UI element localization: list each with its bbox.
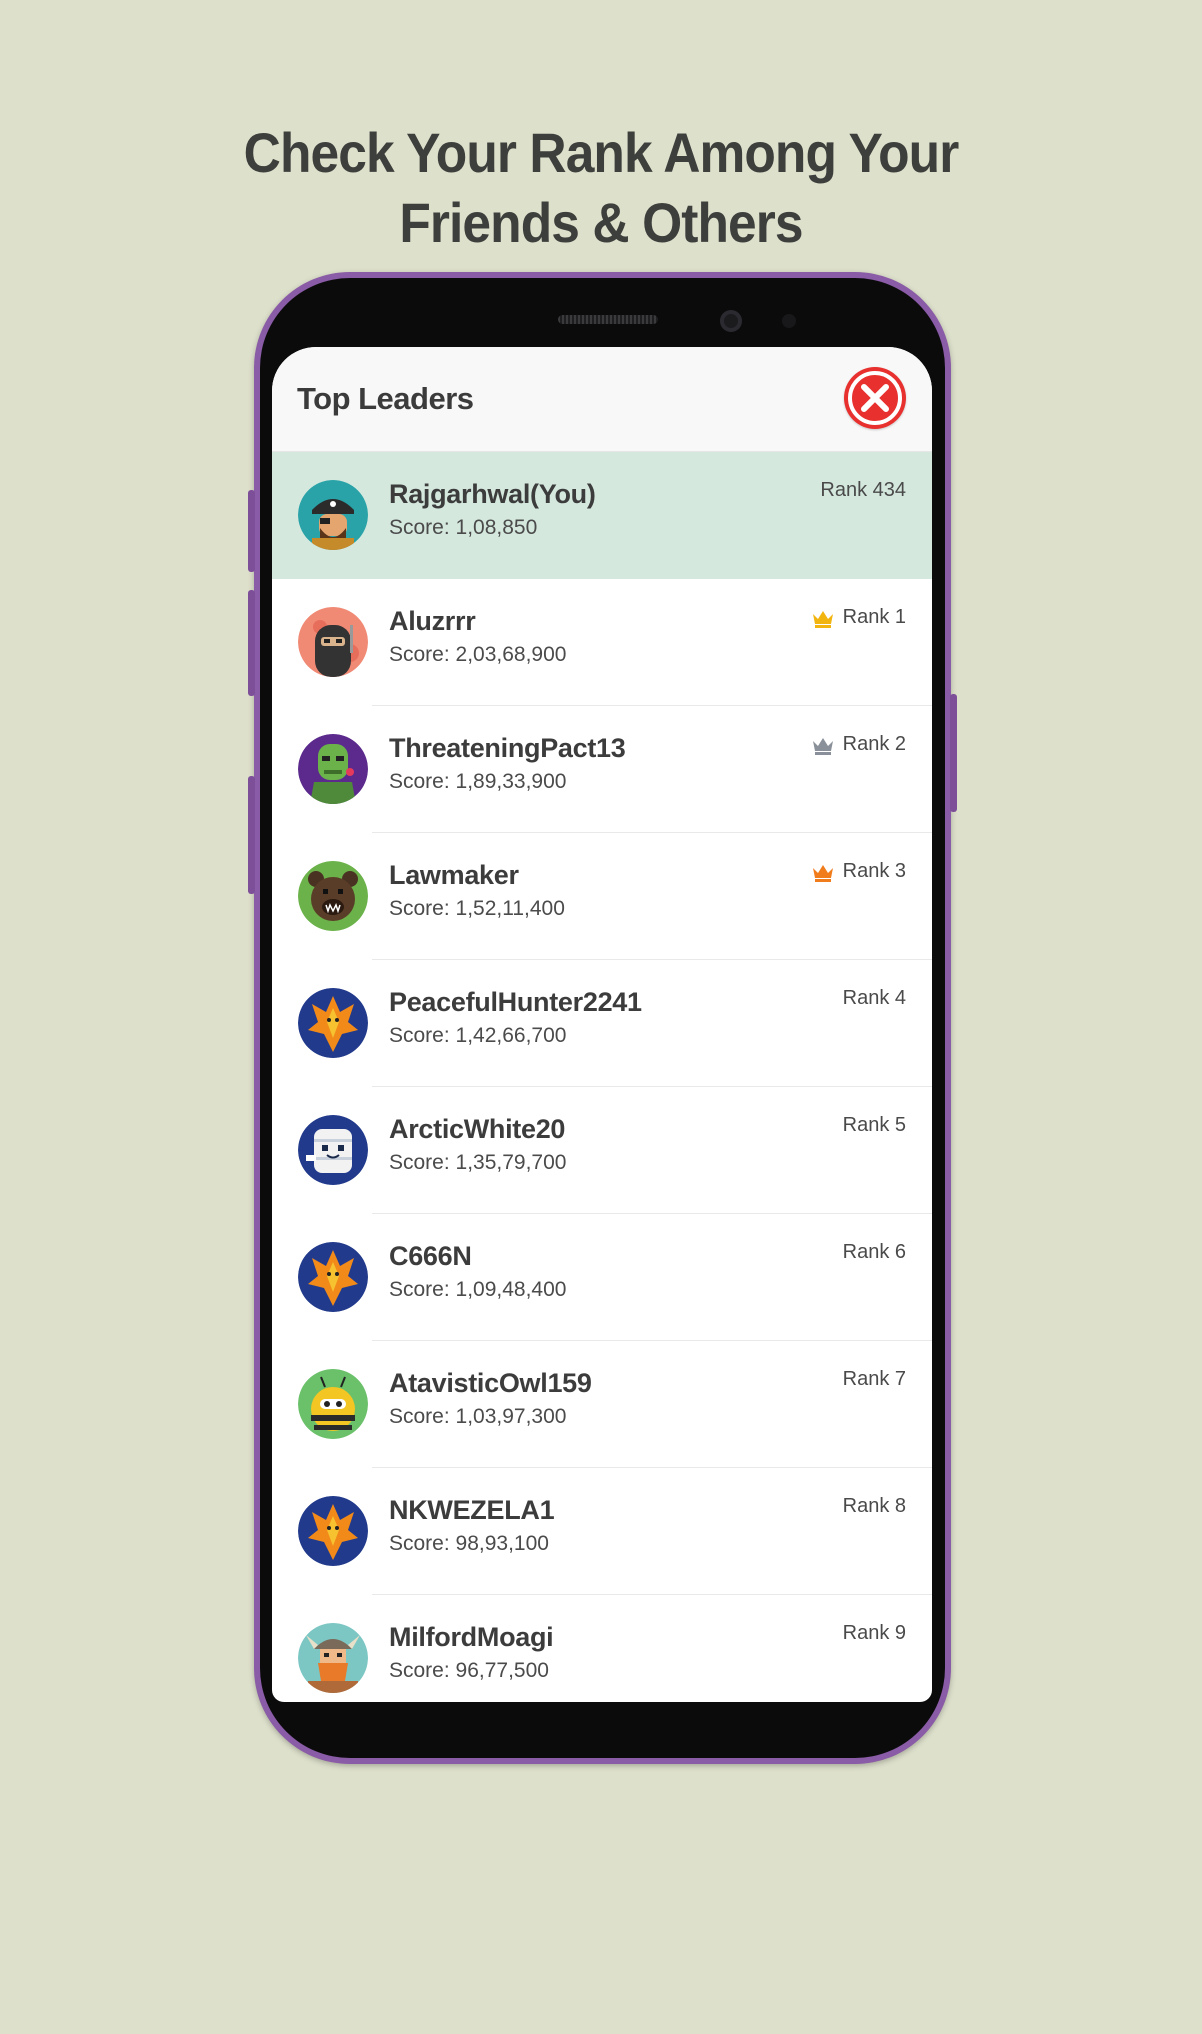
bear-avatar-icon bbox=[298, 861, 368, 931]
rank-label: Rank 5 bbox=[842, 1114, 906, 1136]
bee-avatar-icon bbox=[298, 1369, 368, 1439]
leaderboard-row-current-user[interactable]: Rajgarhwal(You) Score: 1,08,850 Rank 434 bbox=[272, 452, 932, 579]
player-rank: Rank 8 bbox=[843, 1495, 906, 1518]
pirate-avatar-icon bbox=[298, 480, 368, 550]
player-name: ThreateningPact13 bbox=[389, 733, 626, 763]
player-rank: Rank 434 bbox=[820, 479, 906, 502]
headline-line-2: Friends & Others bbox=[399, 191, 803, 254]
player-name: Aluzrrr bbox=[389, 606, 476, 636]
player-name: AtavisticOwl159 bbox=[389, 1368, 592, 1398]
player-score: Score: 1,35,79,700 bbox=[389, 1151, 567, 1174]
leaderboard-row[interactable]: MilfordMoagi Score: 96,77,500 Rank 9 bbox=[272, 1595, 932, 1702]
player-rank: Rank 3 bbox=[811, 860, 906, 883]
player-name: Rajgarhwal(You) bbox=[389, 479, 596, 509]
player-rank: Rank 9 bbox=[843, 1622, 906, 1645]
phone-side-button-middle bbox=[248, 590, 255, 696]
phoenix-avatar-icon bbox=[298, 1242, 368, 1312]
leaderboard-row[interactable]: ThreateningPact13 Score: 1,89,33,900 Rank … bbox=[272, 706, 932, 833]
leaderboard-row[interactable]: AtavisticOwl159 Score: 1,03,97,300 Rank 7 bbox=[272, 1341, 932, 1468]
phone-side-button-top bbox=[248, 490, 255, 572]
player-name: MilfordMoagi bbox=[389, 1622, 554, 1652]
rank-label: Rank 9 bbox=[842, 1622, 906, 1644]
rank-label: Rank 2 bbox=[842, 733, 906, 755]
viking-avatar-icon bbox=[298, 1623, 368, 1693]
proximity-sensor bbox=[782, 314, 796, 328]
leaderboard-row[interactable]: Aluzrrr Score: 2,03,68,900 Rank 1 bbox=[272, 579, 932, 706]
phone-power-button bbox=[950, 694, 957, 812]
bronze-crown-icon bbox=[811, 862, 835, 882]
headline-line-1: Check Your Rank Among Your bbox=[243, 121, 960, 184]
rank-label: Rank 8 bbox=[842, 1495, 906, 1517]
player-rank: Rank 2 bbox=[811, 733, 906, 756]
gold-crown-icon bbox=[811, 608, 835, 628]
rank-label: Rank 434 bbox=[820, 479, 906, 501]
rank-label: Rank 3 bbox=[842, 860, 906, 882]
player-score: Score: 2,03,68,900 bbox=[389, 643, 567, 666]
speaker-grille bbox=[558, 315, 658, 324]
leaderboard-row[interactable]: C666N Score: 1,09,48,400 Rank 6 bbox=[272, 1214, 932, 1341]
leaderboard-row[interactable]: ArcticWhite20 Score: 1,35,79,700 Rank 5 bbox=[272, 1087, 932, 1214]
leaderboard-row[interactable]: PeacefulHunter2241 Score: 1,42,66,700 Rank… bbox=[272, 960, 932, 1087]
headline: Check Your Rank Among Your Friends & Oth… bbox=[0, 118, 1202, 258]
player-score: Score: 1,89,33,900 bbox=[389, 770, 567, 793]
app-screen: Top Leaders Rajgarhwal(You) Score: 1,08,8… bbox=[272, 347, 932, 1702]
close-button[interactable] bbox=[844, 367, 906, 429]
player-score: Score: 98,93,100 bbox=[389, 1532, 549, 1555]
player-rank: Rank 7 bbox=[843, 1368, 906, 1391]
leaderboard-row[interactable]: Lawmaker Score: 1,52,11,400 Rank 3 bbox=[272, 833, 932, 960]
player-score: Score: 1,09,48,400 bbox=[389, 1278, 567, 1301]
zombie-avatar-icon bbox=[298, 734, 368, 804]
leaderboard-title: Top Leaders bbox=[297, 381, 474, 416]
player-score: Score: 1,52,11,400 bbox=[389, 897, 565, 920]
player-rank: Rank 1 bbox=[811, 606, 906, 629]
phone-side-button-bottom bbox=[248, 776, 255, 894]
close-icon bbox=[848, 371, 902, 425]
rank-label: Rank 1 bbox=[842, 606, 906, 628]
player-name: Lawmaker bbox=[389, 860, 519, 890]
rank-label: Rank 4 bbox=[842, 987, 906, 1009]
player-name: C666N bbox=[389, 1241, 472, 1271]
leaderboard-row[interactable]: NKWEZELA1 Score: 98,93,100 Rank 8 bbox=[272, 1468, 932, 1595]
player-name: PeacefulHunter2241 bbox=[389, 987, 642, 1017]
player-name: ArcticWhite20 bbox=[389, 1114, 566, 1144]
ninja-avatar-icon bbox=[298, 607, 368, 677]
phoenix-avatar-icon bbox=[298, 1496, 368, 1566]
front-camera bbox=[720, 310, 742, 332]
mummy-avatar-icon bbox=[298, 1115, 368, 1185]
leaderboard-header: Top Leaders bbox=[272, 347, 932, 452]
player-rank: Rank 5 bbox=[843, 1114, 906, 1137]
rank-label: Rank 6 bbox=[842, 1241, 906, 1263]
phoenix-avatar-icon bbox=[298, 988, 368, 1058]
player-rank: Rank 4 bbox=[843, 987, 906, 1010]
leaderboard-list[interactable]: Rajgarhwal(You) Score: 1,08,850 Rank 434 Al… bbox=[272, 452, 932, 1702]
player-score: Score: 1,42,66,700 bbox=[389, 1024, 567, 1047]
player-score: Score: 1,08,850 bbox=[389, 516, 538, 539]
player-score: Score: 96,77,500 bbox=[389, 1659, 549, 1682]
player-score: Score: 1,03,97,300 bbox=[389, 1405, 567, 1428]
player-name: NKWEZELA1 bbox=[389, 1495, 555, 1525]
rank-label: Rank 7 bbox=[842, 1368, 906, 1390]
silver-crown-icon bbox=[811, 735, 835, 755]
player-rank: Rank 6 bbox=[843, 1241, 906, 1264]
